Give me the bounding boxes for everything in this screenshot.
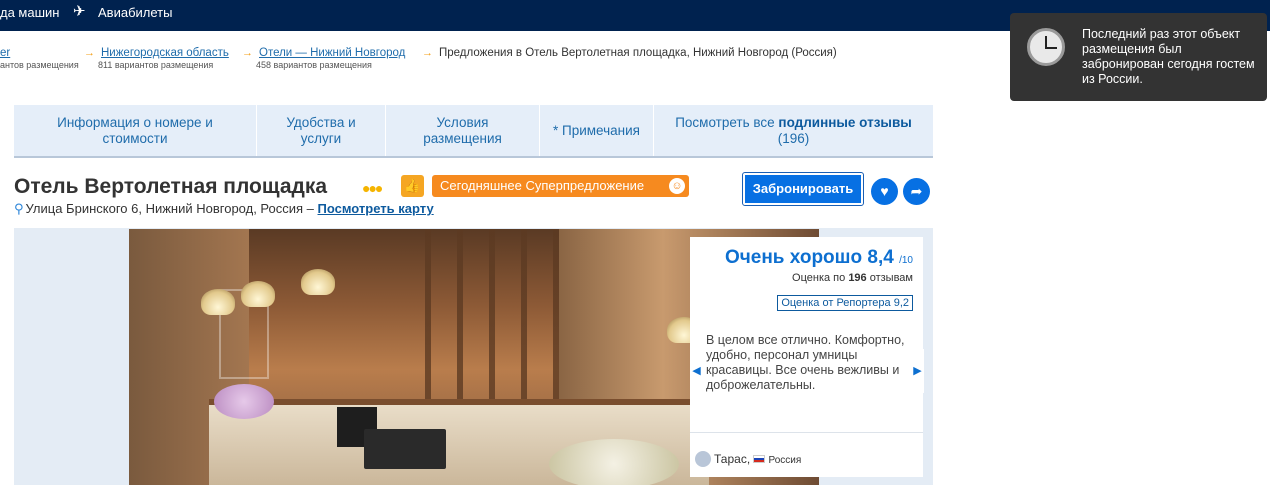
- tab-conditions[interactable]: Условия размещения: [386, 105, 540, 156]
- tab-facilities[interactable]: Удобства и услуги: [257, 105, 386, 156]
- review-quote: В целом все отлично. Комфортно, удобно, …: [706, 333, 905, 392]
- tab-notes[interactable]: * Примечания: [540, 105, 654, 156]
- view-map-link[interactable]: Посмотреть карту: [318, 201, 434, 216]
- review-count: Оценка по 196 отзывам: [792, 272, 913, 284]
- review-author: Тарас, Россия: [695, 451, 801, 467]
- book-button[interactable]: Забронировать: [742, 172, 864, 206]
- plane-icon: ✈: [73, 3, 86, 20]
- chevron-left-icon[interactable]: ◀: [690, 349, 703, 393]
- nav-car-rental[interactable]: да машин: [0, 0, 59, 31]
- divider: [690, 432, 923, 433]
- tab-room-info[interactable]: Информация о номере и стоимости: [14, 105, 257, 156]
- toast-message: Последний раз этот объект размещения был…: [1082, 27, 1255, 86]
- heart-icon[interactable]: ♥: [871, 178, 898, 205]
- review-card: Очень хорошо 8,4 /10 Оценка по 196 отзыв…: [690, 237, 923, 477]
- breadcrumb-item[interactable]: → Нижегородская область 811 вариантов раз…: [84, 47, 229, 70]
- chevron-right-icon[interactable]: ▶: [911, 349, 924, 393]
- breadcrumb-item[interactable]: → Отели — Нижний Новгород 458 вариантов р…: [242, 47, 405, 70]
- hotel-name: Отель Вертолетная площадка: [14, 175, 328, 198]
- breadcrumb-current: → Предложения в Отель Вертолетная площадк…: [422, 47, 837, 59]
- rating-score: Очень хорошо 8,4 /10: [724, 247, 913, 268]
- hotel-address: ⚲ Улица Бринского 6, Нижний Новгород, Рос…: [14, 201, 434, 216]
- star-rating: ●●●: [362, 180, 383, 196]
- hotel-tabs: Информация о номере и стоимости Удобства…: [14, 105, 933, 158]
- avatar-icon: [695, 451, 711, 467]
- clock-icon: [1027, 28, 1065, 66]
- booking-toast: Последний раз этот объект размещения был…: [1010, 13, 1267, 101]
- share-icon[interactable]: ➦: [903, 178, 930, 205]
- flag-icon: [753, 455, 766, 463]
- deal-badge-icon: ☺: [669, 178, 685, 194]
- reporter-score-badge[interactable]: Оценка от Репортера 9,2: [777, 295, 913, 311]
- map-pin-icon: ⚲: [14, 201, 24, 216]
- deal-badge[interactable]: Сегодняшнее Суперпредложение ☺: [432, 175, 689, 197]
- tab-reviews[interactable]: Посмотреть все подлинные отзывы (196): [654, 105, 933, 156]
- thumbs-up-icon: 👍: [401, 175, 424, 197]
- nav-flights[interactable]: Авиабилеты: [98, 0, 172, 31]
- breadcrumb-item[interactable]: er антов размещения: [0, 47, 79, 70]
